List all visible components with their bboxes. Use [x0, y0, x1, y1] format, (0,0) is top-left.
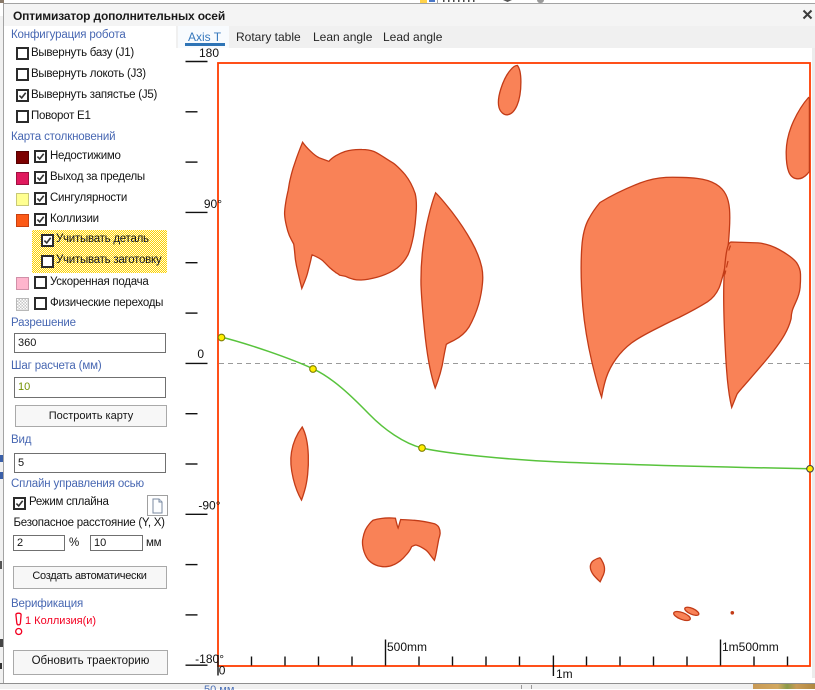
- svg-text:180: 180: [199, 48, 219, 60]
- svg-text:0: 0: [219, 664, 226, 678]
- svg-text:90°: 90°: [204, 197, 222, 211]
- svg-text:1m500mm: 1m500mm: [722, 640, 779, 654]
- svg-text:-90°: -90°: [198, 499, 220, 513]
- svg-text:0: 0: [197, 347, 204, 361]
- svg-text:1m: 1m: [556, 667, 573, 678]
- svg-text:500mm: 500mm: [387, 640, 427, 654]
